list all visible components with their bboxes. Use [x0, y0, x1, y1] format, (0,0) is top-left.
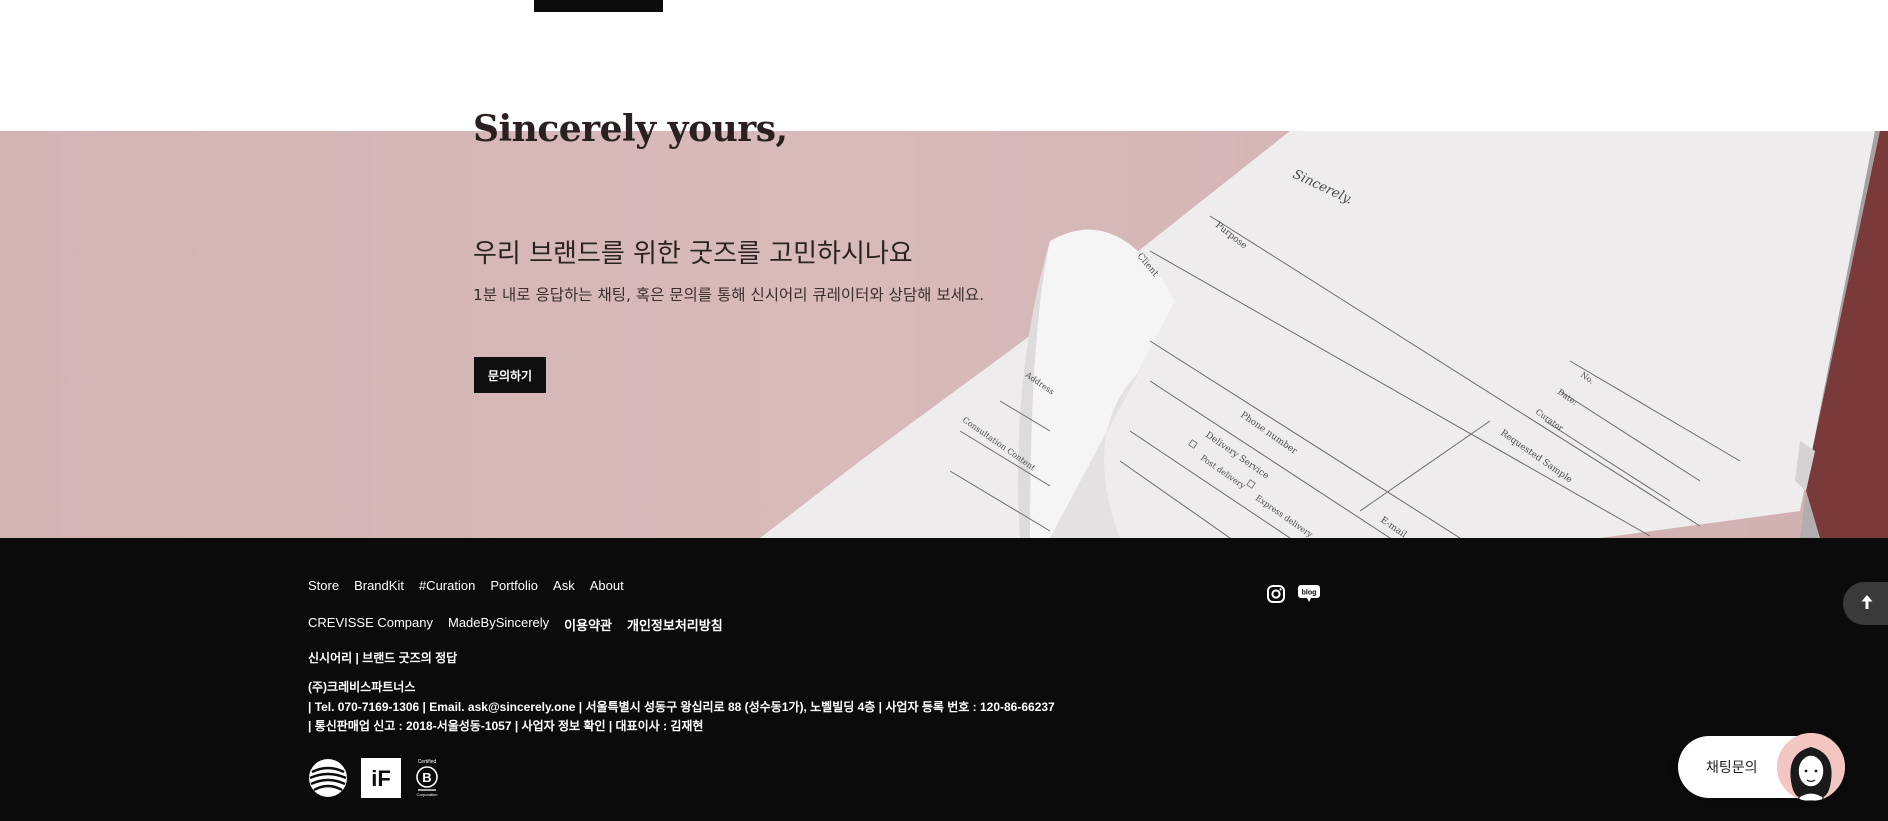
company-registration-line: | 통신판매업 신고 : 2018-서울성동-1057 | 사업자 정보 확인 …	[308, 719, 704, 733]
footer-link-curation[interactable]: #Curation	[419, 578, 475, 593]
if-design-award-logo: iF	[361, 758, 401, 803]
red-dot-award-logo	[308, 758, 348, 803]
instagram-icon[interactable]	[1266, 584, 1286, 604]
footer-link-crevisse[interactable]: CREVISSE Company	[308, 615, 433, 634]
hero-section: Sincerely. Purpose Client Phone number D…	[0, 131, 1888, 538]
footer-link-store[interactable]: Store	[308, 578, 339, 593]
footer-link-portfolio[interactable]: Portfolio	[490, 578, 538, 593]
hero-title: Sincerely yours,	[473, 108, 788, 150]
arrow-up-icon	[1860, 594, 1874, 614]
footer-link-brandkit[interactable]: BrandKit	[354, 578, 404, 593]
hero-headline: 우리 브랜드를 위한 굿즈를 고민하시나요	[473, 239, 913, 269]
svg-text:B: B	[422, 770, 431, 785]
chat-avatar-icon[interactable]	[1777, 733, 1845, 801]
scroll-to-top-button[interactable]	[1843, 582, 1888, 625]
footer-tagline: 신시어리 | 브랜드 굿즈의 정답	[308, 651, 458, 665]
svg-text:Corporation: Corporation	[417, 792, 438, 797]
footer-link-privacy[interactable]: 개인정보처리방침	[627, 615, 723, 634]
top-dark-block	[534, 0, 663, 12]
company-info: (주)크레비스파트너스 | Tel. 070-7169-1306 | Email…	[308, 678, 1055, 737]
svg-text:Certified: Certified	[418, 759, 437, 765]
footer-secondary-nav: CREVISSE Company MadeBySincerely 이용약관 개인…	[308, 615, 738, 634]
footer-primary-nav: Store BrandKit #Curation Portfolio Ask A…	[308, 578, 639, 593]
footer-link-about[interactable]: About	[590, 578, 624, 593]
hero-paper-illustration: Sincerely. Purpose Client Phone number D…	[760, 131, 1888, 538]
inquiry-button[interactable]: 문의하기	[474, 357, 546, 393]
company-name: (주)크레비스파트너스	[308, 680, 416, 694]
certified-b-corporation-logo: Certified B Corporation	[414, 758, 440, 803]
footer-link-madebysincerely[interactable]: MadeBySincerely	[448, 615, 549, 634]
chat-inquiry-label: 채팅문의	[1706, 759, 1758, 775]
company-contact-line: | Tel. 070-7169-1306 | Email. ask@sincer…	[308, 699, 1055, 714]
svg-text:iF: iF	[371, 766, 391, 791]
certification-logos: iF Certified B Corporation	[308, 758, 440, 803]
hero-subtext: 1분 내로 응답하는 채팅, 혹은 문의를 통해 신시어리 큐레이터와 상담해 …	[473, 286, 985, 304]
site-footer: Store BrandKit #Curation Portfolio Ask A…	[0, 538, 1888, 821]
social-links: blog	[1266, 584, 1320, 604]
blog-icon[interactable]: blog	[1298, 585, 1320, 603]
footer-link-ask[interactable]: Ask	[553, 578, 575, 593]
svg-text:blog: blog	[1302, 590, 1317, 597]
footer-link-terms[interactable]: 이용약관	[564, 615, 612, 634]
